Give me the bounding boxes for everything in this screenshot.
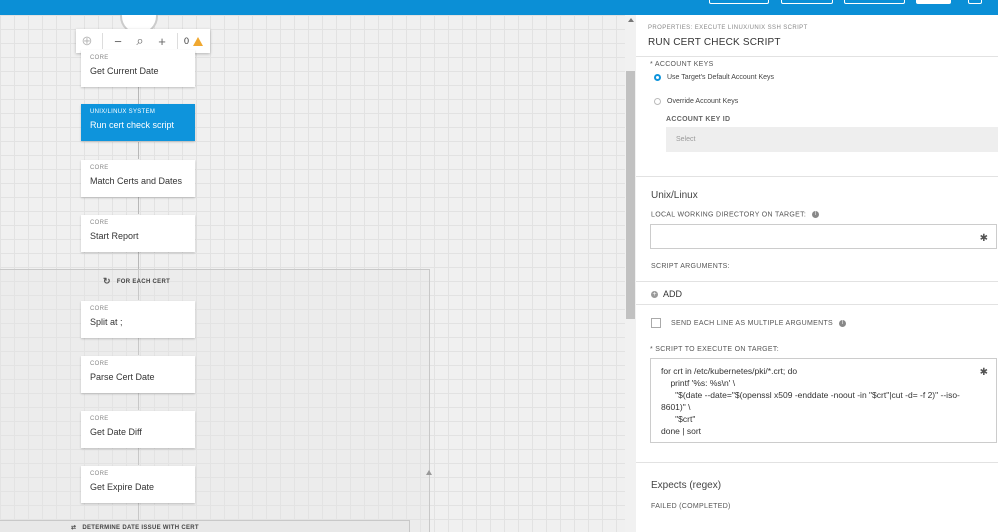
local-dir-input[interactable]: ✱ [650,224,997,249]
node-category: CORE [90,471,109,477]
add-icon: + [651,290,658,298]
puzzle-icon[interactable]: ✱ [980,233,988,244]
top-nav-button[interactable] [781,0,833,4]
panel-title: RUN CERT CHECK SCRIPT [648,37,781,48]
checkbox-label: SEND EACH LINE AS MULTIPLE ARGUMENTS [671,319,833,327]
code-line: "$(date --date="$(openssl x509 -enddate … [661,390,960,400]
determine-date-group[interactable]: ⇄ DETERMINE DATE ISSUE WITH CERT [0,520,410,532]
node-category: CORE [90,416,109,422]
node-name: Split at ; [90,317,123,327]
script-label: * SCRIPT TO EXECUTE ON TARGET: [650,346,779,353]
zoom-in-icon[interactable]: + [151,34,173,49]
collapse-arrow-icon[interactable] [426,470,432,475]
add-argument-button[interactable]: + ADD [651,289,682,299]
radio-default-keys[interactable]: Use Target's Default Account Keys [654,74,774,81]
loop-icon: ↻ [103,276,111,286]
add-label: ADD [663,289,683,299]
divider [636,56,998,57]
flow-node-split-at[interactable]: CORE Split at ; [81,301,195,338]
group-icon: ⇄ [71,525,77,531]
top-nav-button[interactable] [916,0,951,4]
flow-node-run-cert-check-script[interactable]: UNIX/LINUX SYSTEM Run cert check script [81,104,195,141]
script-args-label: SCRIPT ARGUMENTS: [651,263,730,270]
node-name: Parse Cert Date [90,372,155,382]
node-category: CORE [90,220,109,226]
account-key-id-label: ACCOUNT KEY ID [666,116,731,123]
unix-section-title: Unix/Linux [651,190,698,201]
code-line: printf '%s: %s\n' \ [661,378,736,388]
puzzle-icon[interactable]: ✱ [980,367,988,378]
zoom-out-icon[interactable]: − [107,34,129,49]
node-category: UNIX/LINUX SYSTEM [90,109,156,115]
panel-subtitle: PROPERTIES: EXECUTE LINUX/UNIX SSH SCRIP… [648,25,808,31]
zoom-reset-icon[interactable]: ⊕ [76,33,98,49]
script-editor[interactable]: ✱ for crt in /etc/kubernetes/pki/*.crt; … [650,358,997,443]
radio-label: Override Account Keys [667,98,739,105]
send-each-line-checkbox-row[interactable]: SEND EACH LINE AS MULTIPLE ARGUMENTS i [651,318,846,328]
warning-icon [193,36,204,46]
account-key-select[interactable]: Select [666,127,998,152]
for-each-loop-container[interactable]: ↻ FOR EACH CERT [0,269,432,532]
info-icon[interactable]: i [812,211,820,218]
scroll-up-icon[interactable] [628,18,634,22]
expects-section-title: Expects (regex) [651,480,722,491]
node-name: Run cert check script [90,120,175,130]
info-icon[interactable]: i [838,319,846,327]
toolbar-divider [102,33,103,49]
flow-node-get-date-diff[interactable]: CORE Get Date Diff [81,411,195,448]
flow-node-start-report[interactable]: CORE Start Report [81,215,195,252]
flow-node-parse-cert-date[interactable]: CORE Parse Cert Date [81,356,195,393]
flow-node-get-current-date[interactable]: CORE Get Current Date [81,50,195,87]
connector [138,197,139,214]
grid-icon[interactable] [968,0,982,4]
panel-scrollbar[interactable] [625,15,636,532]
top-nav-bar [0,0,998,15]
code-line: for crt in /etc/kubernetes/pki/*.crt; do [661,366,798,376]
loop-label: ↻ FOR EACH CERT [103,276,170,287]
divider [636,462,998,463]
group-title: DETERMINE DATE ISSUE WITH CERT [82,524,199,531]
node-name: Get Expire Date [90,482,155,492]
code-line: done | sort [661,426,702,436]
code-line: 8601)" \ [661,402,691,412]
top-nav-button[interactable] [709,0,769,4]
node-category: CORE [90,361,109,367]
node-category: CORE [90,306,109,312]
scrollbar-thumb[interactable] [626,71,635,319]
failed-completed-label: FAILED (COMPLETED) [651,503,731,510]
warning-indicator[interactable]: 0 [182,36,204,46]
account-keys-label: * ACCOUNT KEYS [650,61,714,68]
radio-unselected-icon[interactable] [654,98,661,105]
script-code: for crt in /etc/kubernetes/pki/*.crt; do… [661,365,960,437]
toolbar-divider [177,33,178,49]
radio-selected-icon[interactable] [654,74,661,81]
code-line: "$crt" [661,414,696,424]
workflow-canvas[interactable]: ⊕ − ⌕ + 0 CORE Get Current Date UNIX/LIN… [0,15,625,532]
flow-node-match-certs-and-dates[interactable]: CORE Match Certs and Dates [81,160,195,197]
connector [138,87,139,104]
divider [636,176,998,177]
loop-title: FOR EACH CERT [116,278,171,285]
top-nav-button[interactable] [844,0,905,4]
local-dir-text: LOCAL WORKING DIRECTORY ON TARGET: [651,211,807,219]
node-name: Match Certs and Dates [90,176,183,186]
connector [138,142,139,159]
node-name: Get Current Date [90,66,159,76]
radio-override-keys[interactable]: Override Account Keys [654,98,738,105]
group-label: ⇄ DETERMINE DATE ISSUE WITH CERT [71,524,199,532]
node-category: CORE [90,165,109,171]
divider [636,281,998,282]
warning-count: 0 [184,36,190,46]
flow-node-get-expire-date[interactable]: CORE Get Expire Date [81,466,195,503]
local-dir-label: LOCAL WORKING DIRECTORY ON TARGET: i [651,211,820,219]
radio-label: Use Target's Default Account Keys [667,74,775,81]
panel-header: PROPERTIES: EXECUTE LINUX/UNIX SSH SCRIP… [648,25,808,48]
divider [636,304,998,305]
node-name: Start Report [90,231,139,241]
search-icon[interactable]: ⌕ [129,33,151,49]
node-name: Get Date Diff [90,427,142,437]
properties-panel: PROPERTIES: EXECUTE LINUX/UNIX SSH SCRIP… [636,15,998,532]
node-category: CORE [90,55,109,61]
checkbox[interactable] [651,318,661,328]
